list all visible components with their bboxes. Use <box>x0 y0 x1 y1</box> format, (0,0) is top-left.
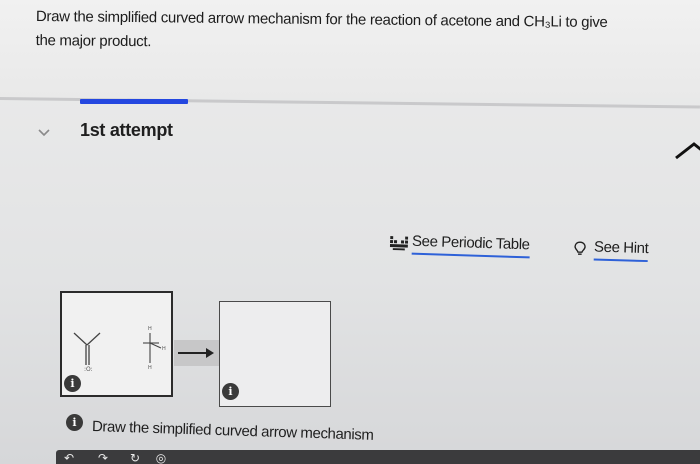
drawing-toolbar <box>56 450 700 464</box>
reaction-arrow <box>174 340 220 366</box>
svg-text::O:: :O: <box>84 366 93 373</box>
question-text: Draw the simplified curved arrow mechani… <box>36 6 696 59</box>
info-icon[interactable]: i <box>222 383 239 400</box>
see-periodic-table-link[interactable]: See Periodic Table <box>389 232 530 259</box>
undo-icon[interactable]: ↶ <box>62 452 76 464</box>
svg-text:H: H <box>148 326 152 332</box>
chevron-up-icon[interactable] <box>674 140 700 160</box>
attempt-progress-indicator <box>80 99 188 104</box>
attempt-label[interactable]: 1st attempt <box>80 120 173 141</box>
svg-text:H: H <box>148 365 152 371</box>
methyllithium-structure <box>143 333 162 363</box>
acetone-structure <box>73 332 101 365</box>
svg-text:H: H <box>162 346 166 352</box>
redo-icon[interactable]: ↷ <box>96 452 110 464</box>
see-hint-label: See Hint <box>593 238 649 263</box>
zoom-icon[interactable]: ◎ <box>154 452 168 464</box>
periodic-table-icon <box>389 236 409 251</box>
info-icon: i <box>66 414 83 431</box>
chevron-down-icon[interactable] <box>38 126 50 140</box>
lightbulb-icon <box>574 241 586 255</box>
instruction-text: Draw the simplified curved arrow mechani… <box>91 418 374 444</box>
see-periodic-table-label: See Periodic Table <box>411 232 530 259</box>
refresh-icon[interactable]: ↻ <box>128 452 142 464</box>
arrow-right-icon <box>178 348 214 358</box>
info-icon[interactable]: i <box>64 375 81 392</box>
see-hint-link[interactable]: See Hint <box>574 238 649 263</box>
